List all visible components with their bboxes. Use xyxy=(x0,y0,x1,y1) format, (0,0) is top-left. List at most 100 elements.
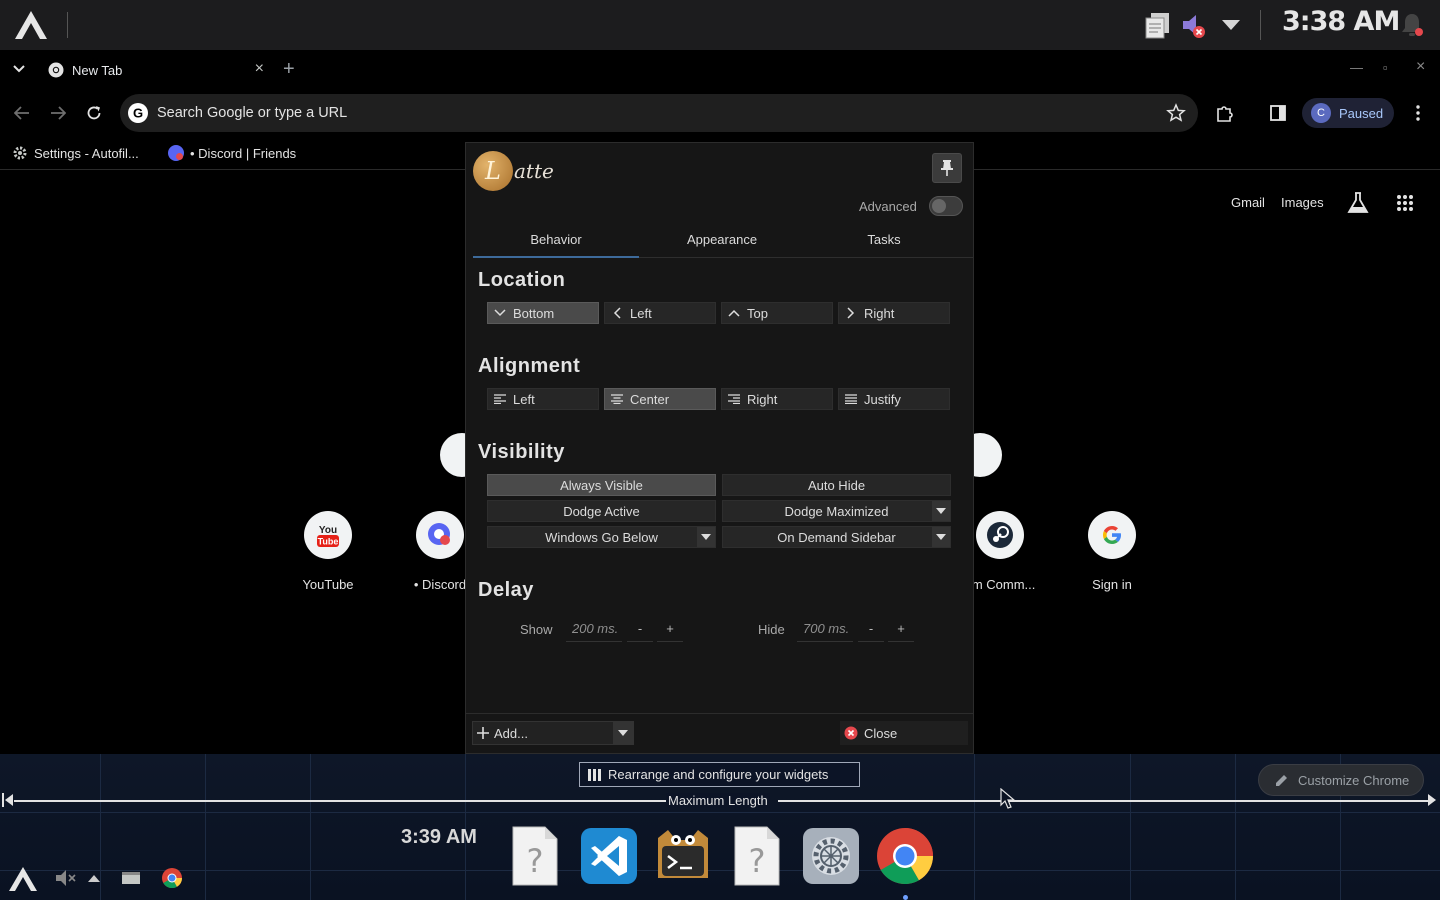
max-length-right-handle-icon[interactable] xyxy=(1428,794,1438,806)
tray-arrow-up-icon[interactable] xyxy=(82,866,106,890)
google-icon xyxy=(1103,526,1121,544)
chevron-right-icon xyxy=(844,306,858,320)
bookmark-label: • Discord | Friends xyxy=(190,145,297,161)
add-button[interactable]: Add... xyxy=(472,721,634,745)
extensions-puzzle-icon[interactable] xyxy=(1214,102,1236,124)
window-icon[interactable] xyxy=(119,866,143,890)
tab-tasks[interactable]: Tasks xyxy=(801,226,967,258)
top-clock[interactable]: 3:38 AM xyxy=(1282,6,1400,37)
vscode-icon[interactable] xyxy=(580,826,638,886)
shortcut-sign-in[interactable]: Sign in xyxy=(1057,511,1167,592)
forward-arrow-icon[interactable] xyxy=(47,102,69,124)
tab-close-icon[interactable]: × xyxy=(255,60,264,78)
location-top-button[interactable]: Top xyxy=(721,302,833,324)
arch-launcher-icon[interactable] xyxy=(8,866,38,892)
minimize-button[interactable]: — xyxy=(1350,60,1363,75)
dropdown-arrow-icon[interactable] xyxy=(613,722,633,744)
hide-delay-input[interactable]: 700 ms. xyxy=(797,616,853,642)
rearrange-widgets-button[interactable]: Rearrange and configure your widgets xyxy=(579,762,860,787)
system-settings-icon[interactable] xyxy=(802,826,860,886)
arch-logo-icon[interactable] xyxy=(14,10,48,40)
shortcut-youtube[interactable]: You Tube YouTube xyxy=(273,511,383,592)
back-arrow-icon[interactable] xyxy=(11,102,33,124)
omnibox[interactable]: G Search Google or type a URL xyxy=(120,94,1198,132)
latte-logo-icon: L xyxy=(473,151,513,191)
dropdown-arrow-icon[interactable] xyxy=(932,501,950,521)
show-delay-minus[interactable]: - xyxy=(627,616,653,642)
align-justify-button[interactable]: Justify xyxy=(838,388,950,410)
dodge-maximized-button[interactable]: Dodge Maximized xyxy=(722,500,951,522)
option-label: Left xyxy=(630,305,652,321)
tab-behavior[interactable]: Behavior xyxy=(473,226,639,258)
svg-text:?: ? xyxy=(527,842,544,880)
restore-button[interactable]: ▫ xyxy=(1383,60,1388,75)
hide-delay-plus[interactable]: + xyxy=(888,616,914,642)
option-label: On Demand Sidebar xyxy=(777,529,896,545)
mouse-cursor-icon xyxy=(1000,788,1016,809)
tray-expand-icon[interactable] xyxy=(1218,8,1244,42)
align-center-button[interactable]: Center xyxy=(604,388,716,410)
tab-appearance[interactable]: Appearance xyxy=(639,226,805,258)
pin-button[interactable] xyxy=(932,153,962,183)
close-button[interactable]: Close xyxy=(840,721,968,745)
apps-grid-icon[interactable] xyxy=(1396,194,1414,212)
dropdown-arrow-icon[interactable] xyxy=(697,527,715,547)
tab-search-chevron-icon[interactable] xyxy=(8,58,30,80)
option-label: Dodge Maximized xyxy=(784,503,889,519)
dodge-active-button[interactable]: Dodge Active xyxy=(487,500,716,522)
side-panel-icon[interactable] xyxy=(1267,102,1289,124)
shortcut-label: Sign in xyxy=(1092,577,1132,592)
on-demand-sidebar-button[interactable]: On Demand Sidebar xyxy=(722,526,951,548)
align-right-button[interactable]: Right xyxy=(721,388,833,410)
reload-icon[interactable] xyxy=(83,102,105,124)
show-delay-plus[interactable]: + xyxy=(657,616,683,642)
customize-chrome-button[interactable]: Customize Chrome xyxy=(1258,764,1424,796)
gear-icon xyxy=(13,146,27,160)
steam-icon xyxy=(987,522,1013,548)
close-icon xyxy=(844,726,858,740)
location-left-button[interactable]: Left xyxy=(604,302,716,324)
grid-line xyxy=(974,754,975,900)
rearrange-label: Rearrange and configure your widgets xyxy=(608,767,829,782)
avatar: C xyxy=(1311,103,1331,123)
hide-delay-minus[interactable]: - xyxy=(858,616,884,642)
bookmark-settings[interactable]: Settings - Autofil... xyxy=(12,142,139,164)
tray-separator xyxy=(1260,10,1261,40)
dock-clock[interactable]: 3:39 AM xyxy=(401,826,477,849)
advanced-toggle[interactable] xyxy=(929,196,963,216)
dropdown-arrow-icon[interactable] xyxy=(932,527,950,547)
notification-bell-icon[interactable] xyxy=(1398,8,1426,42)
bookmark-discord[interactable]: • Discord | Friends xyxy=(168,142,296,164)
clipboard-icon[interactable] xyxy=(1142,8,1174,42)
discord-icon xyxy=(428,523,450,545)
windows-go-below-button[interactable]: Windows Go Below xyxy=(487,526,716,548)
volume-muted-icon[interactable] xyxy=(1178,8,1208,42)
tab-strip: New Tab × + — ▫ × xyxy=(0,50,1440,90)
align-left-button[interactable]: Left xyxy=(487,388,599,410)
option-label: Right xyxy=(864,305,895,321)
bookmark-star-icon[interactable] xyxy=(1166,103,1186,123)
always-visible-button[interactable]: Always Visible xyxy=(487,474,716,496)
location-right-button[interactable]: Right xyxy=(838,302,950,324)
chrome-tray-icon[interactable] xyxy=(160,866,184,890)
labs-flask-icon[interactable] xyxy=(1347,191,1369,215)
auto-hide-button[interactable]: Auto Hide xyxy=(722,474,951,496)
kebab-menu-icon[interactable] xyxy=(1407,102,1429,124)
location-bottom-button[interactable]: Bottom xyxy=(487,302,599,324)
gmail-link[interactable]: Gmail xyxy=(1231,195,1265,210)
show-delay-input[interactable]: 200 ms. xyxy=(566,616,622,642)
unknown-file-icon[interactable]: ? xyxy=(728,826,786,886)
unknown-file-icon[interactable]: ? xyxy=(506,826,564,886)
profile-button[interactable]: C Paused xyxy=(1302,98,1394,128)
align-justify-icon xyxy=(844,392,858,406)
grid-line xyxy=(0,870,1440,871)
images-link[interactable]: Images xyxy=(1281,195,1324,210)
window-close-button[interactable]: × xyxy=(1416,58,1425,76)
new-tab-button[interactable]: + xyxy=(283,58,295,81)
chrome-icon[interactable] xyxy=(876,826,934,886)
grid-line xyxy=(205,754,206,900)
volume-muted-icon[interactable] xyxy=(53,866,77,890)
terminal-cat-icon[interactable] xyxy=(654,826,712,886)
tab-new-tab[interactable]: New Tab × xyxy=(38,54,274,86)
max-length-left-handle-icon[interactable] xyxy=(2,793,14,807)
